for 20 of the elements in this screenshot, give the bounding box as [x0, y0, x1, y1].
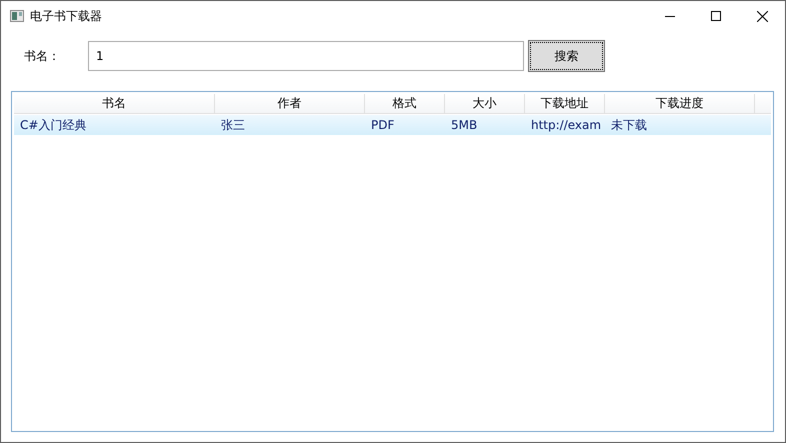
window-title: 电子书下载器 — [30, 8, 103, 24]
book-name-label: 书名： — [23, 48, 61, 64]
close-icon — [756, 10, 768, 22]
column-header[interactable]: 大小 — [445, 94, 525, 114]
column-header[interactable]: 书名 — [14, 94, 215, 114]
table-row[interactable]: C#入门经典 张三 PDF 5MB http://exam 未下载 — [14, 115, 771, 135]
column-header[interactable]: 下载地址 — [525, 94, 605, 114]
table-cell-text: 未下载 — [610, 116, 648, 134]
column-header[interactable]: 下载进度 — [605, 94, 755, 114]
column-header[interactable]: 格式 — [365, 94, 445, 114]
app-icon — [10, 10, 24, 22]
table-cell-text: C#入门经典 — [19, 116, 88, 134]
table-cell-text: 张三 — [220, 116, 246, 134]
book-name-field[interactable]: 1 — [88, 41, 524, 71]
table-cell-text: 5MB — [450, 118, 478, 132]
table-cell-text: http://exam — [530, 118, 602, 132]
maximize-icon — [711, 11, 721, 21]
table-cell-text: PDF — [370, 118, 396, 132]
search-button[interactable]: 搜索 — [528, 40, 605, 72]
column-header[interactable]: 作者 — [215, 94, 365, 114]
